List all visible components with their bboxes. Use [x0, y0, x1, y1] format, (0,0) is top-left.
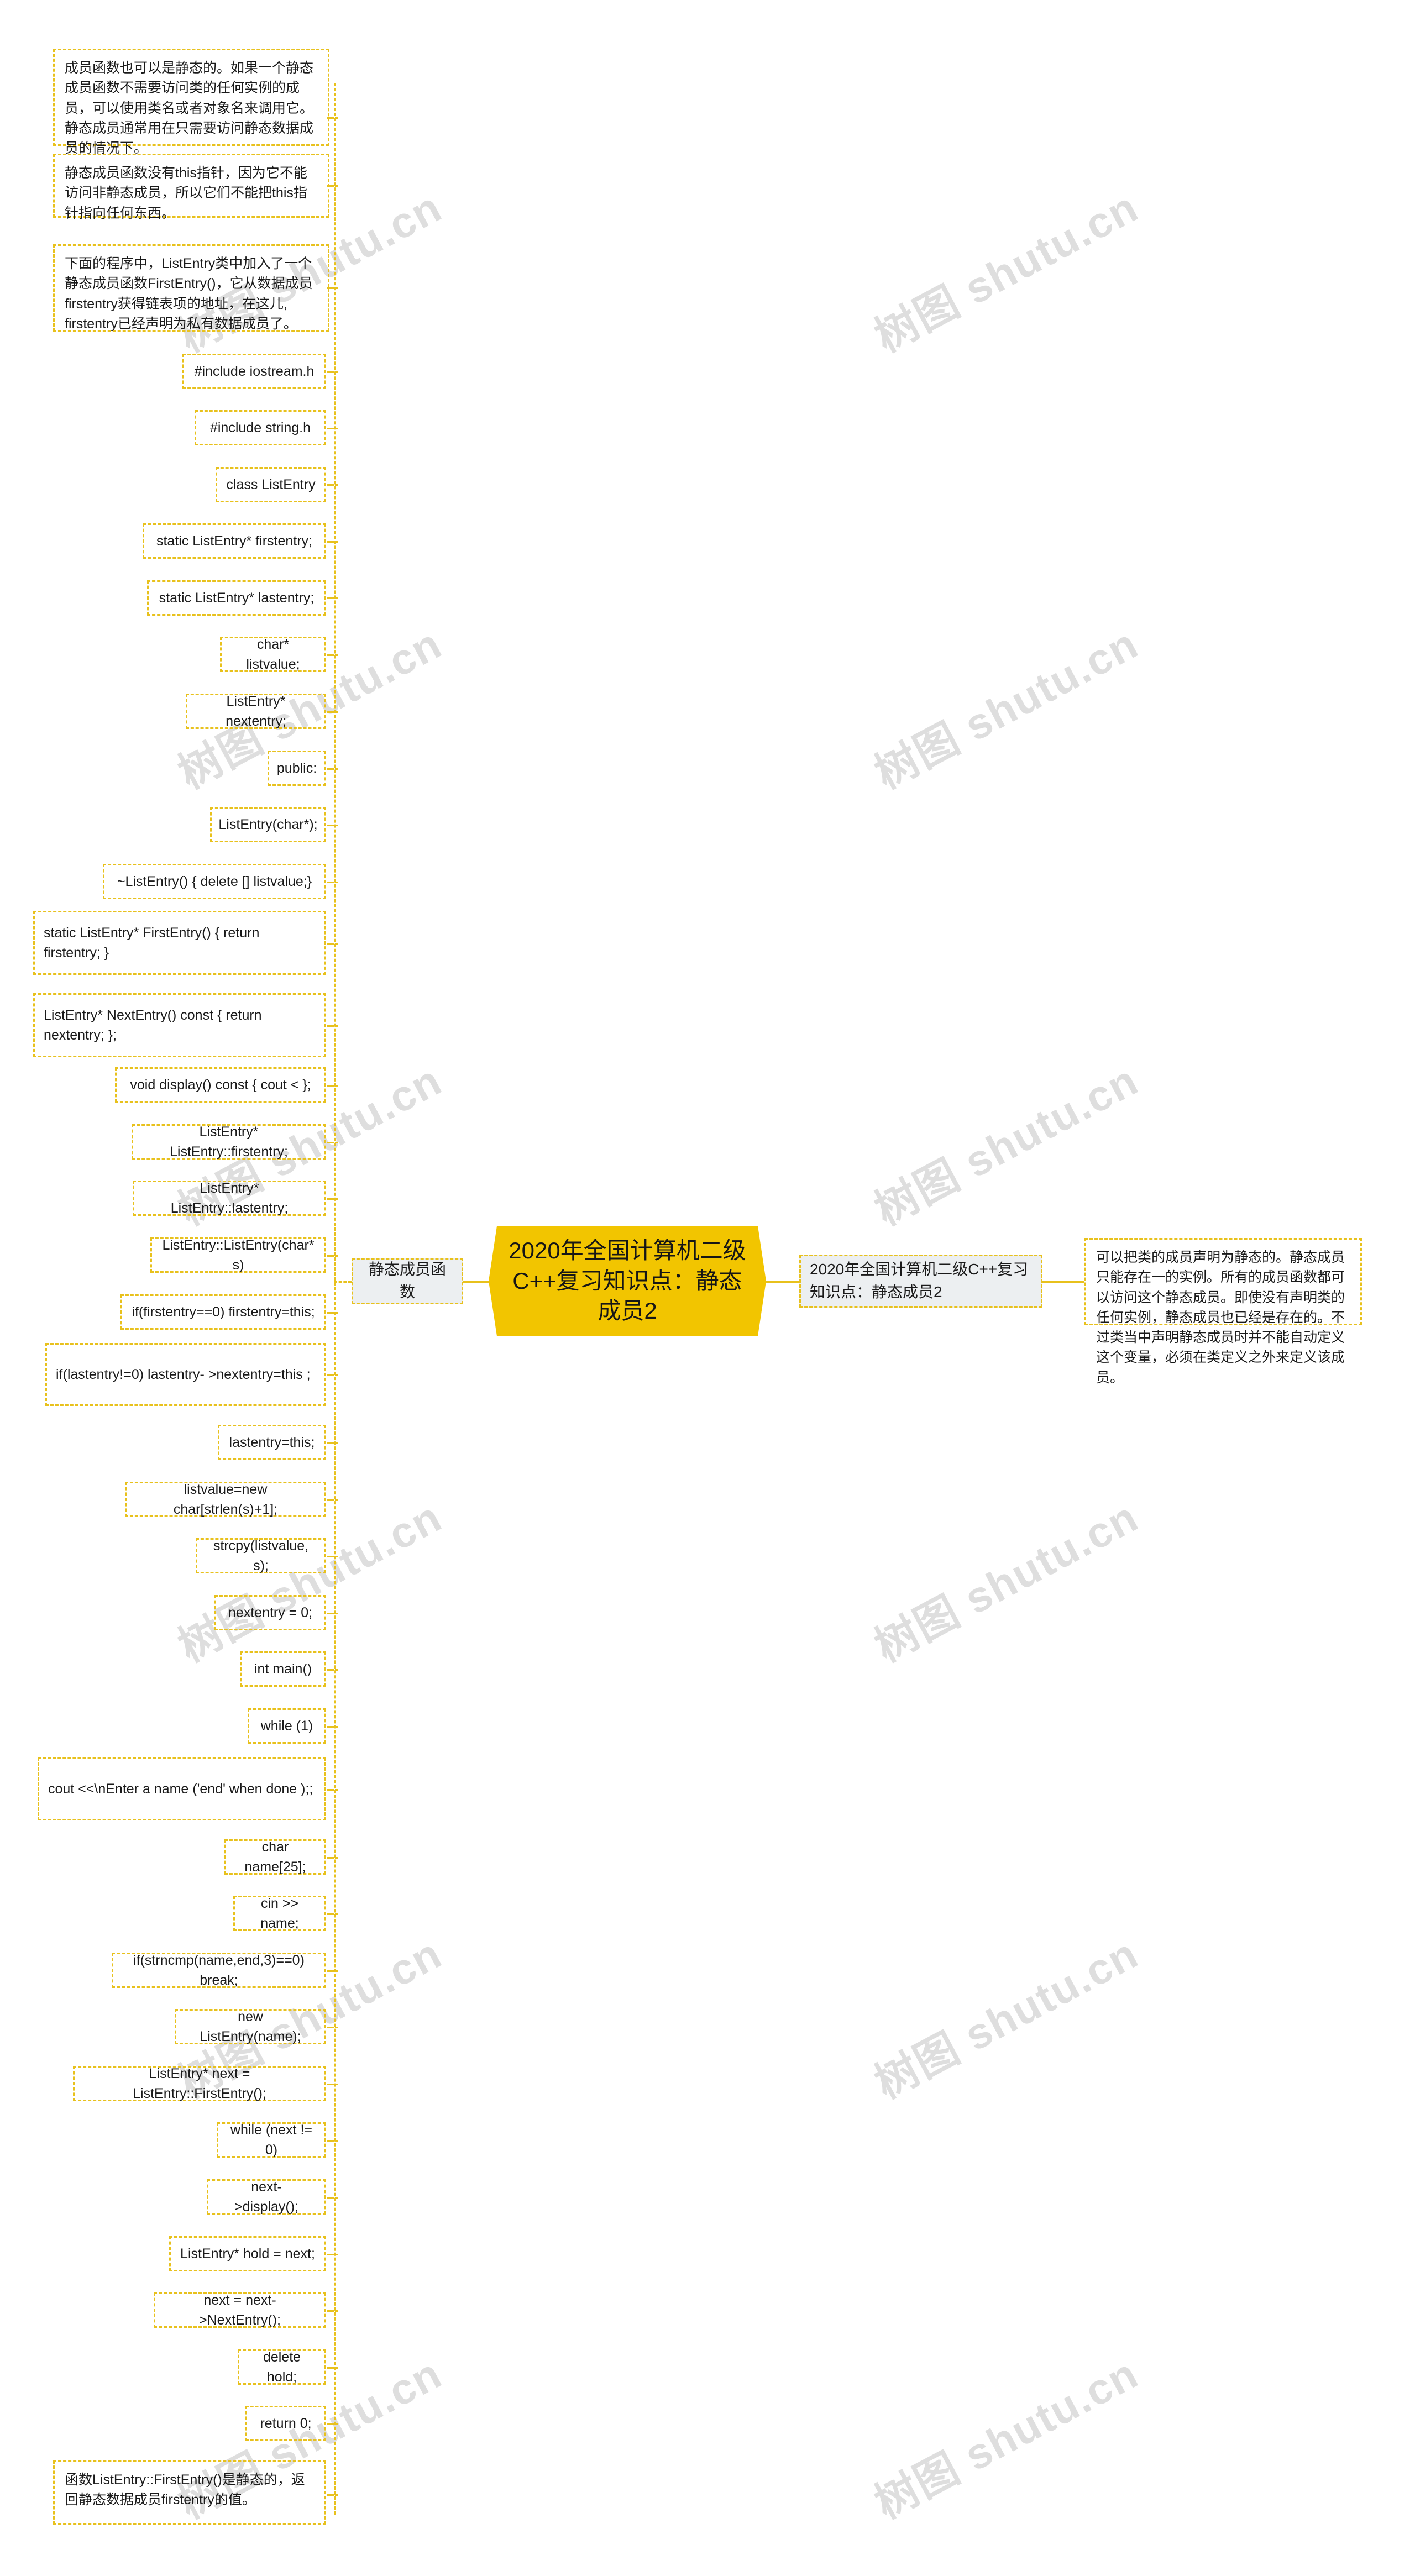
- code-node[interactable]: ListEntry(char*);: [210, 807, 326, 842]
- note-node[interactable]: 下面的程序中，ListEntry类中加入了一个静态成员函数FirstEntry(…: [53, 244, 329, 332]
- code-node[interactable]: int main(): [240, 1651, 326, 1687]
- watermark: 树图 shutu.cn: [867, 1492, 1146, 1671]
- node-connector: [327, 654, 338, 656]
- watermark: 树图 shutu.cn: [867, 1055, 1146, 1235]
- watermark: 树图 shutu.cn: [867, 182, 1146, 361]
- node-connector: [327, 1857, 338, 1859]
- code-node[interactable]: return 0;: [245, 2406, 326, 2441]
- code-node[interactable]: #include string.h: [195, 410, 326, 445]
- code-node[interactable]: ListEntry* NextEntry() const { return ne…: [33, 993, 326, 1057]
- watermark: 树图 shutu.cn: [867, 618, 1146, 798]
- node-connector: [327, 711, 338, 713]
- watermark: 树图 shutu.cn: [867, 1928, 1146, 2108]
- code-node[interactable]: #include iostream.h: [182, 354, 326, 389]
- code-node[interactable]: listvalue=new char[strlen(s)+1];: [125, 1482, 326, 1517]
- node-connector: [327, 2310, 338, 2312]
- code-node[interactable]: next = next- >NextEntry();: [154, 2292, 326, 2328]
- node-connector: [327, 882, 338, 883]
- code-node[interactable]: ListEntry* ListEntry::firstentry;: [132, 1124, 326, 1160]
- mindmap-canvas: 树图 shutu.cn 树图 shutu.cn 树图 shutu.cn 树图 s…: [0, 0, 1415, 2576]
- node-connector: [327, 1085, 338, 1087]
- node-connector: [327, 943, 338, 945]
- node-connector: [327, 2197, 338, 2199]
- node-connector: [327, 768, 338, 770]
- node-connector: [327, 597, 338, 599]
- node-connector: [327, 1442, 338, 1444]
- code-node[interactable]: while (1): [248, 1708, 326, 1744]
- node-connector: [327, 2084, 338, 2085]
- node-connector: [327, 2254, 338, 2255]
- node-connector: [327, 825, 338, 826]
- node-connector: [327, 1374, 338, 1376]
- code-node[interactable]: nextentry = 0;: [214, 1595, 326, 1630]
- code-node[interactable]: char* listvalue;: [220, 637, 326, 672]
- right-to-detail-connector: [1042, 1281, 1084, 1283]
- node-connector: [327, 1913, 338, 1915]
- node-connector: [327, 1142, 338, 1143]
- node-connector: [327, 2027, 338, 2028]
- code-node[interactable]: ListEntry* next = ListEntry::FirstEntry(…: [73, 2066, 326, 2101]
- code-node[interactable]: ListEntry::ListEntry(char* s): [150, 1237, 326, 1273]
- code-node[interactable]: ListEntry* hold = next;: [169, 2236, 326, 2271]
- node-connector: [327, 1499, 338, 1501]
- node-connector: [327, 484, 338, 486]
- note-node[interactable]: 函数ListEntry::FirstEntry()是静态的，返回静态数据成员fi…: [53, 2460, 326, 2525]
- code-node[interactable]: lastentry=this;: [218, 1425, 326, 1460]
- code-node[interactable]: next- >display();: [207, 2179, 326, 2215]
- code-node[interactable]: ListEntry* ListEntry::lastentry;: [133, 1181, 326, 1216]
- node-connector: [327, 2494, 338, 2496]
- node-connector: [327, 1669, 338, 1671]
- node-connector: [327, 1255, 338, 1257]
- code-node[interactable]: if(firstentry==0) firstentry=this;: [120, 1294, 326, 1330]
- left-branch-spine: [334, 83, 336, 2515]
- node-connector: [327, 2423, 338, 2425]
- code-node[interactable]: new ListEntry(name);: [175, 2009, 326, 2044]
- branch-label-static-member-function[interactable]: 静态成员函数: [352, 1258, 463, 1304]
- code-node[interactable]: ~ListEntry() { delete [] listvalue;}: [103, 864, 326, 899]
- right-detail-node[interactable]: 可以把类的成员声明为静态的。静态成员只能存在一的实例。所有的成员函数都可以访问这…: [1084, 1238, 1362, 1386]
- node-connector: [327, 1312, 338, 1314]
- root-to-right-connector: [766, 1281, 799, 1283]
- node-connector: [327, 1970, 338, 1972]
- node-connector: [327, 1556, 338, 1557]
- code-node[interactable]: if(strncmp(name,end,3)==0) break;: [112, 1953, 326, 1988]
- node-connector: [327, 2140, 338, 2142]
- code-node[interactable]: cin >> name;: [233, 1896, 326, 1931]
- code-node[interactable]: delete hold;: [238, 2349, 326, 2385]
- node-connector: [327, 1025, 338, 1027]
- spine-to-left-label-connector: [334, 1281, 352, 1283]
- note-node[interactable]: 静态成员函数没有this指针，因为它不能访问非静态成员，所以它们不能把this指…: [53, 154, 329, 221]
- right-subroot-node[interactable]: 2020年全国计算机二级C++复习知识点：静态成员2: [799, 1255, 1042, 1308]
- code-node[interactable]: strcpy(listvalue, s);: [196, 1538, 326, 1573]
- node-connector: [327, 1789, 338, 1791]
- code-node[interactable]: void display() const { cout < };: [115, 1067, 326, 1103]
- code-node[interactable]: public:: [268, 751, 326, 786]
- node-connector: [327, 2367, 338, 2369]
- node-connector: [327, 541, 338, 543]
- left-label-to-root-connector: [463, 1281, 489, 1283]
- code-node[interactable]: while (next != 0): [217, 2122, 326, 2158]
- code-node[interactable]: static ListEntry* firstentry;: [143, 523, 326, 559]
- watermark: 树图 shutu.cn: [867, 2348, 1146, 2528]
- code-node[interactable]: char name[25];: [224, 1839, 326, 1875]
- code-node[interactable]: cout <<\nEnter a name ('end' when done )…: [38, 1757, 326, 1820]
- code-node[interactable]: static ListEntry* FirstEntry() { return …: [33, 911, 326, 975]
- note-node[interactable]: 成员函数也可以是静态的。如果一个静态成员函数不需要访问类的任何实例的成员，可以使…: [53, 49, 329, 156]
- node-connector: [327, 1726, 338, 1728]
- node-connector: [327, 428, 338, 429]
- code-node[interactable]: if(lastentry!=0) lastentry- >nextentry=t…: [45, 1343, 326, 1406]
- code-node[interactable]: static ListEntry* lastentry;: [147, 580, 326, 616]
- node-connector: [327, 1198, 338, 1200]
- node-connector: [327, 1613, 338, 1614]
- code-node[interactable]: ListEntry* nextentry;: [186, 694, 326, 729]
- node-connector: [327, 371, 338, 373]
- code-node[interactable]: class ListEntry: [216, 467, 326, 502]
- root-node[interactable]: 2020年全国计算机二级C++复习知识点：静态成员2: [489, 1226, 766, 1336]
